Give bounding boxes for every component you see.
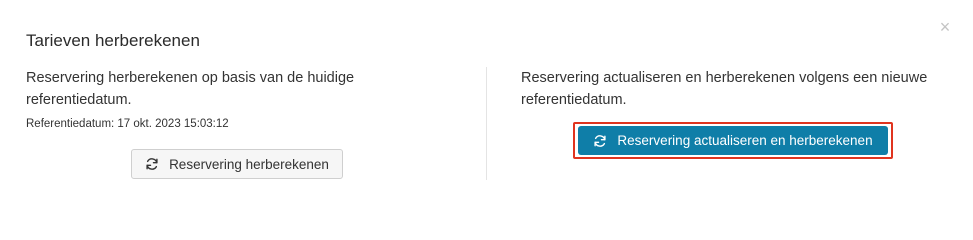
update-recalculate-section: Reservering actualiseren en herberekenen… [521, 67, 941, 111]
dialog-title: Tarieven herberekenen [26, 31, 200, 50]
refresh-icon [593, 134, 607, 148]
update-recalculate-button[interactable]: Reservering actualiseren en herberekenen [578, 126, 888, 155]
recalculate-button-label: Reservering herberekenen [169, 156, 329, 172]
recalculate-rates-dialog: × Tarieven herberekenen Reservering herb… [0, 0, 973, 207]
close-icon[interactable]: × [937, 18, 953, 36]
recalculate-button[interactable]: Reservering herberekenen [131, 149, 343, 179]
update-recalculate-button-label: Reservering actualiseren en herberekenen [617, 133, 873, 148]
update-recalculate-description: Reservering actualiseren en herberekenen… [521, 70, 928, 108]
refresh-icon [145, 157, 159, 171]
recalculate-section: Reservering herberekenen op basis van de… [26, 67, 446, 130]
section-divider [486, 67, 487, 180]
reference-date: Referentiedatum: 17 okt. 2023 15:03:12 [26, 118, 229, 130]
recalculate-description: Reservering herberekenen op basis van de… [26, 70, 355, 108]
